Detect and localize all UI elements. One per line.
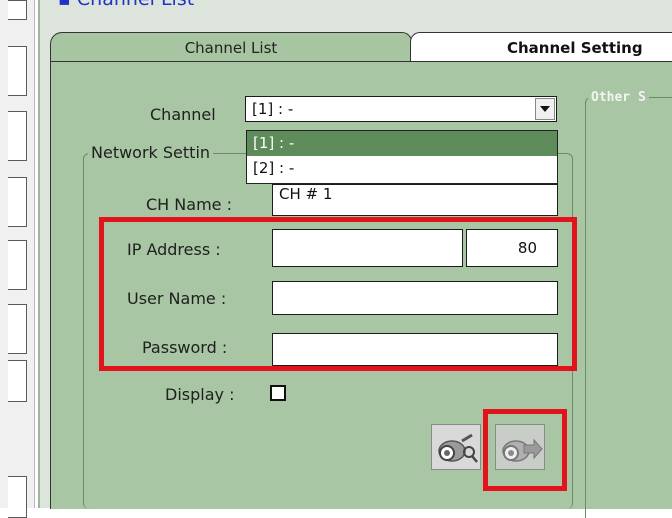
left-tab[interactable] <box>8 46 27 96</box>
highlight-box-credentials <box>99 217 577 371</box>
other-settings-legend: Other S <box>588 90 649 105</box>
channel-selected-value: [1] : - <box>252 100 294 118</box>
tab-label: Channel Setting <box>507 38 643 57</box>
left-tab[interactable] <box>8 0 27 20</box>
display-label: Display : <box>165 385 235 404</box>
other-settings-group <box>585 97 672 518</box>
channel-option[interactable]: [2] : - <box>247 156 557 181</box>
left-tab[interactable] <box>8 304 27 354</box>
channel-option[interactable]: [1] : - <box>247 131 557 156</box>
left-tab[interactable] <box>8 360 27 402</box>
tab-channel-list[interactable]: Channel List <box>50 32 412 62</box>
left-tab[interactable] <box>8 111 27 161</box>
channel-label: Channel <box>150 105 216 124</box>
ch-name-field[interactable]: CH # 1 <box>272 184 558 216</box>
tab-label: Channel List <box>184 38 278 57</box>
channel-dropdown-list: [1] : - [2] : - <box>246 130 558 184</box>
left-tab-strip <box>0 0 35 518</box>
ch-name-label: CH Name : <box>146 195 232 214</box>
search-camera-button[interactable] <box>431 424 481 470</box>
channel-select[interactable]: [1] : - <box>245 96 557 122</box>
left-tab[interactable] <box>8 240 27 290</box>
panel-header-title: ▪ Channel List <box>58 0 194 10</box>
display-checkbox[interactable] <box>270 385 286 401</box>
chevron-down-icon[interactable] <box>535 98 555 120</box>
network-settings-legend: Network Settin <box>88 143 214 162</box>
left-tab[interactable] <box>8 177 27 227</box>
camera-search-icon <box>438 433 478 463</box>
tab-channel-setting[interactable]: Channel Setting <box>410 32 672 62</box>
highlight-box-apply-button <box>483 409 567 491</box>
left-tab[interactable] <box>8 476 27 518</box>
